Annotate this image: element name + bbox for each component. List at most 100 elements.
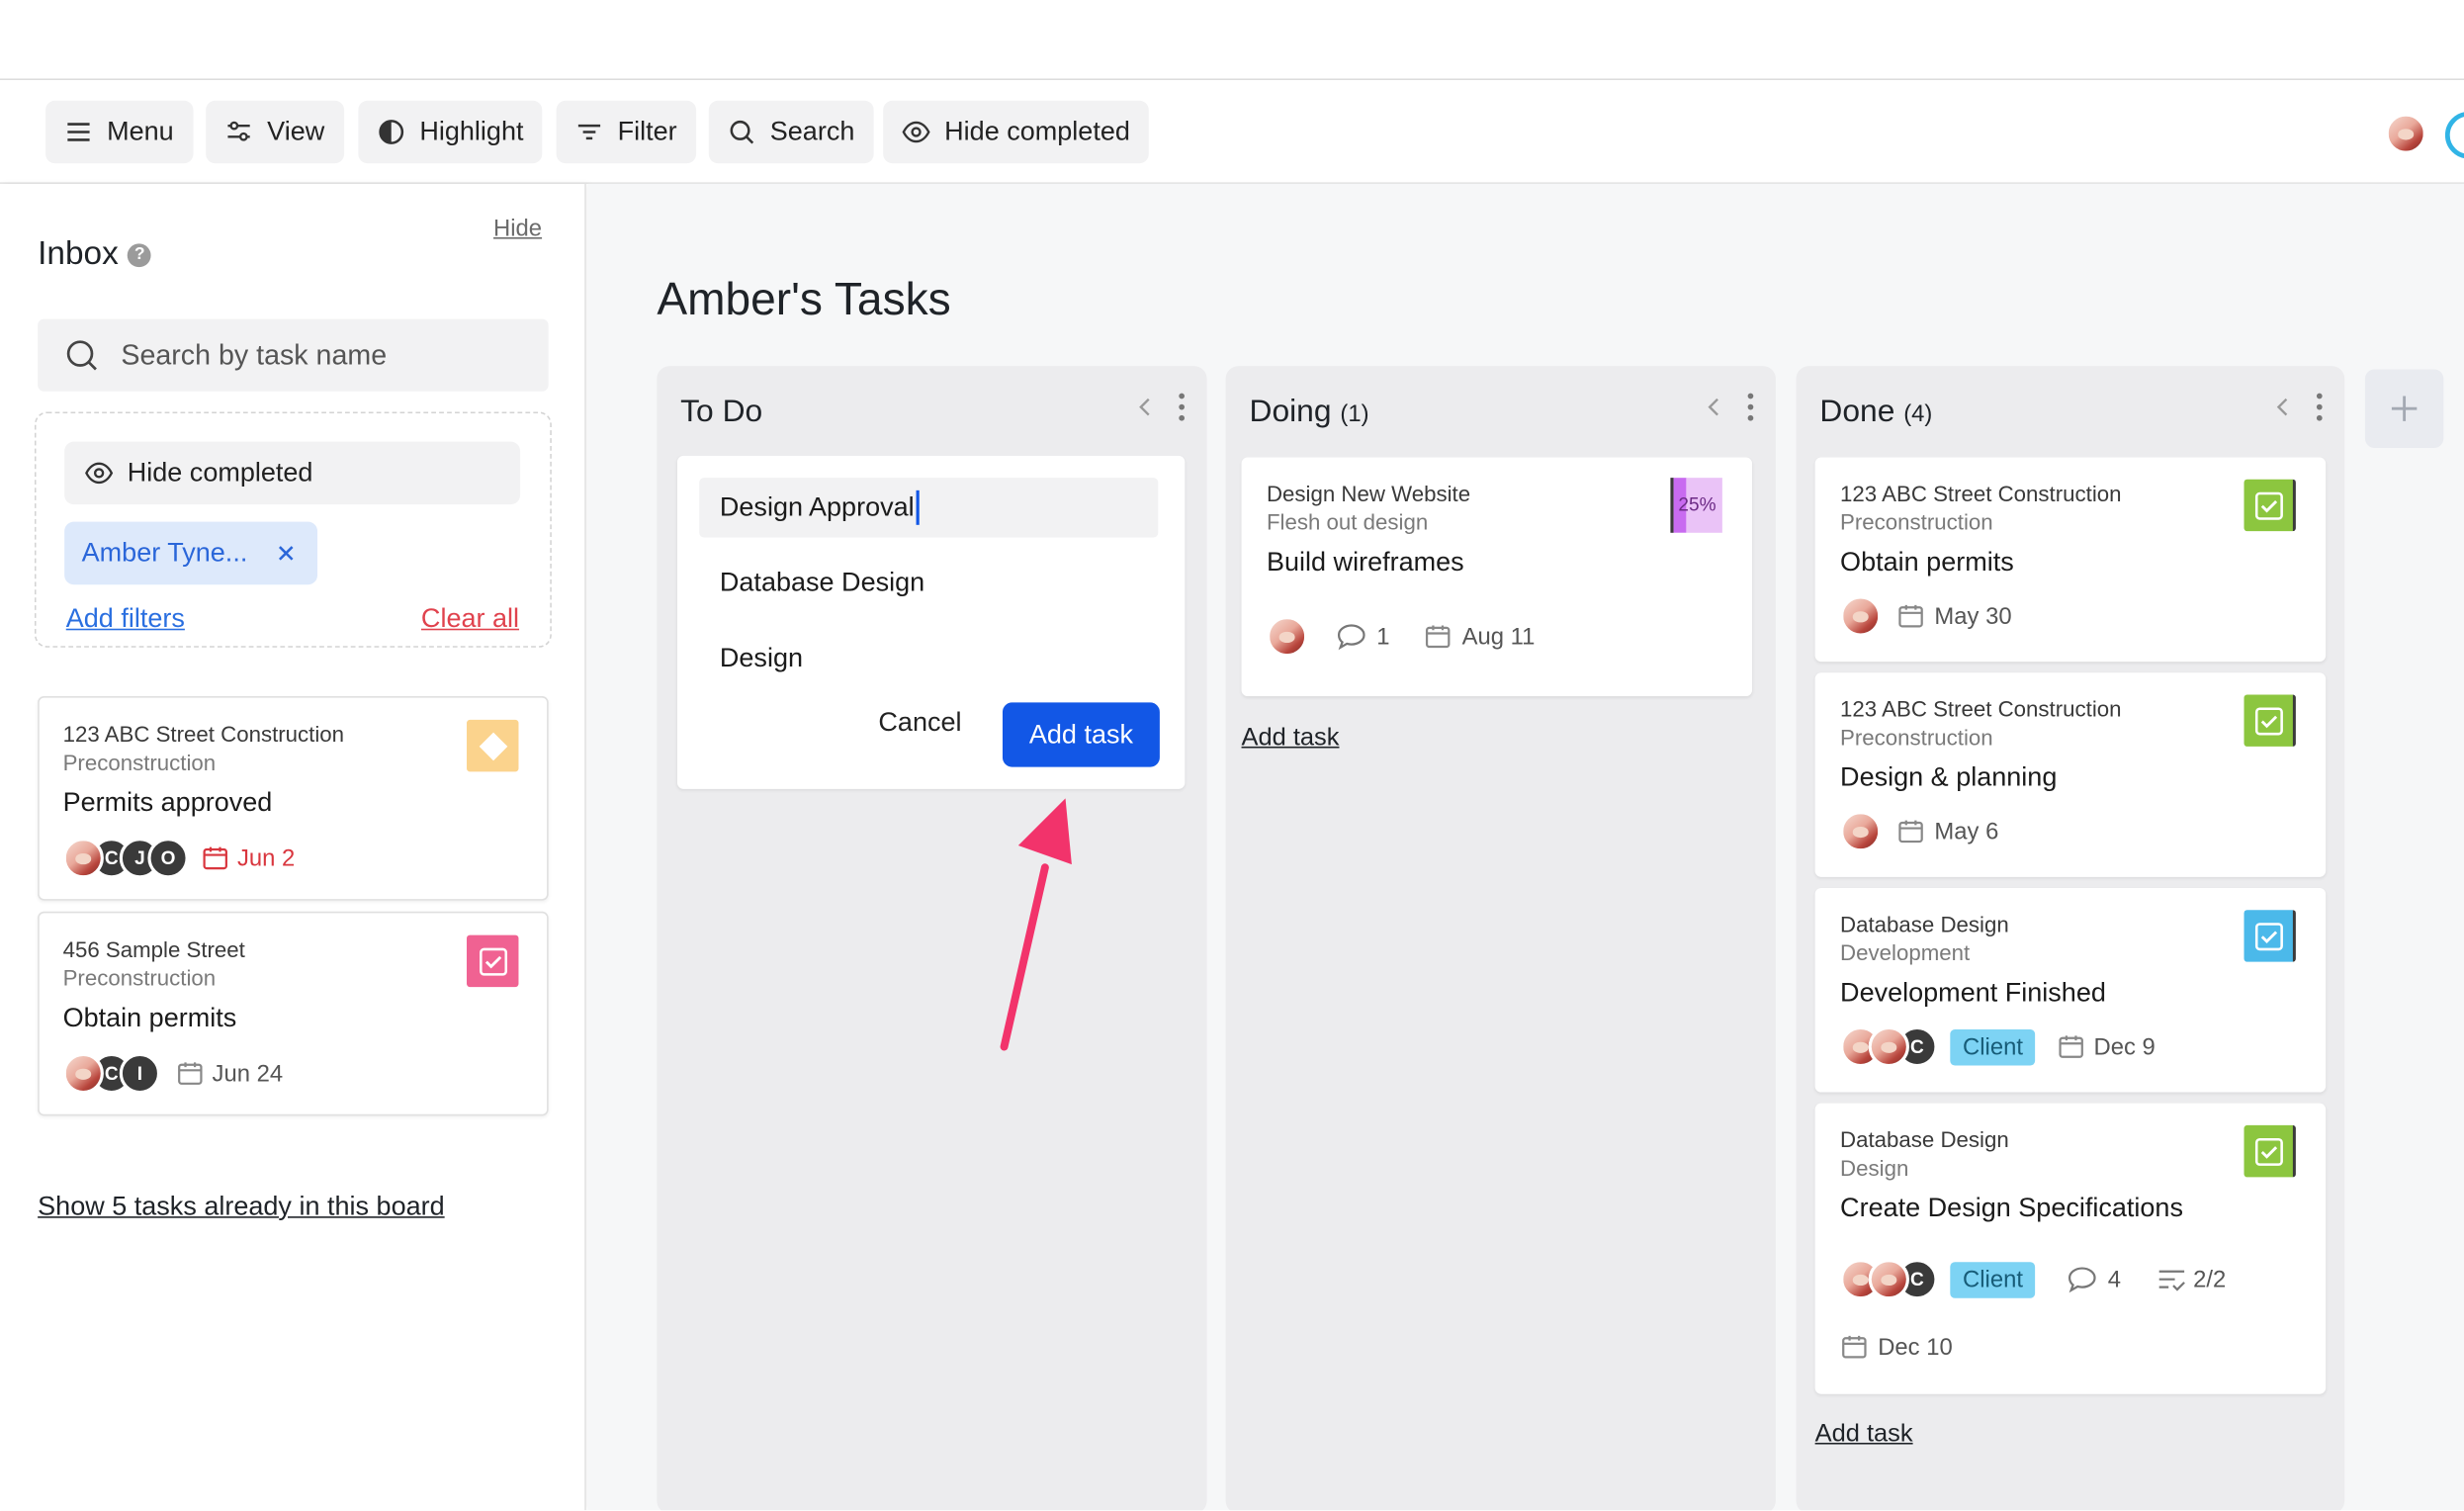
card-meta: May 6 [1840,811,1998,852]
chevron-left-icon[interactable] [1707,397,1722,418]
inbox-hide-completed-button[interactable]: Hide completed [64,441,521,505]
filter-chip-label: Amber Tyne... [81,537,248,568]
hide-completed-label: Hide completed [944,116,1130,146]
status-box[interactable] [2244,479,2296,532]
sliders-icon [227,121,250,141]
card-project: 123 ABC Street Construction [1840,481,2122,506]
avatar [1868,1025,1909,1068]
kebab-icon[interactable] [1747,393,1754,421]
comment-count: 4 [2107,1266,2122,1293]
card-phase: Flesh out design [1266,508,1429,535]
column-count: (1) [1340,400,1369,428]
task-card[interactable]: Database Design Design Create Design Spe… [1814,1103,2327,1394]
chevron-left-icon[interactable] [2275,397,2291,418]
new-task-input-value: Design Approval [719,491,915,522]
task-card[interactable]: 123 ABC Street Construction Preconstruct… [1814,672,2327,877]
calendar-icon [1898,820,1923,844]
checklist-icon [2158,1270,2185,1291]
card-date-row: Dec 10 [1840,1333,1953,1362]
card-project: Design New Website [1266,481,1471,506]
checkbox-icon [2254,490,2283,519]
calendar-icon [178,1062,203,1085]
card-phase: Development [1840,939,1971,965]
search-icon [66,340,97,371]
inbox-task-card[interactable]: 123 ABC Street Construction Preconstruct… [38,696,549,901]
add-filters-link[interactable]: Add filters [66,603,185,635]
annotation-arrow [1000,798,1072,1051]
avatar: O [147,838,189,879]
task-suggestion[interactable]: Design [699,629,1158,688]
column-name: Done [1819,394,1895,429]
view-button[interactable]: View [206,100,344,164]
task-card[interactable]: 123 ABC Street Construction Preconstruct… [1814,457,2327,663]
progress-label: 25% [1678,493,1716,516]
status-box[interactable] [467,934,519,988]
comment-icon [1337,624,1365,651]
card-phase: Design [1840,1155,1909,1181]
hide-inbox-link[interactable]: Hide [493,216,542,242]
diamond-icon [478,731,507,760]
card-project: 123 ABC Street Construction [1840,696,2122,722]
add-task-link[interactable]: Add task [1815,1421,1913,1450]
task-card[interactable]: Design New Website Flesh out design Buil… [1241,457,1753,697]
inbox-search-placeholder: Search by task name [121,338,388,371]
text-cursor [916,489,920,525]
card-due-date: Dec 9 [2093,1032,2156,1060]
filter-button[interactable]: Filter [556,100,696,164]
card-phase: Preconstruction [62,750,217,775]
user-avatar[interactable] [2385,113,2426,154]
avatar [62,1052,104,1095]
view-label: View [267,116,325,146]
contrast-icon [379,120,404,144]
board: Amber's Tasks To Do Design Approval Data… [587,183,2464,1511]
status-box[interactable] [467,719,519,772]
card-title: Design & planning [1840,761,2058,793]
card-title: Development Finished [1840,977,2106,1008]
status-box[interactable] [2244,910,2296,962]
show-board-tasks-link[interactable]: Show 5 tasks already in this board [38,1192,445,1223]
calendar-icon [2060,1035,2084,1058]
close-icon[interactable] [276,544,295,563]
presence-avatar[interactable] [2444,111,2464,159]
task-suggestion[interactable]: Database Design [699,553,1158,612]
highlight-button[interactable]: Highlight [358,100,543,164]
new-task-input[interactable]: Design Approval [699,478,1159,538]
column-done: Done (4) 123 ABC Street Construction Pre… [1796,366,2345,1511]
card-meta: C I Jun 24 [62,1052,284,1095]
column-actions [1707,393,1754,421]
highlight-label: Highlight [419,116,524,146]
column-count: (4) [1903,400,1933,428]
kebab-icon[interactable] [2316,393,2323,421]
checkbox-icon [2254,706,2283,735]
card-title: Create Design Specifications [1840,1193,2183,1223]
add-task-button[interactable]: Add task [1002,702,1160,767]
avatar [1840,811,1882,852]
search-button[interactable]: Search [708,100,874,164]
eye-icon [85,462,114,485]
add-column-button[interactable] [2364,369,2444,448]
clear-all-link[interactable]: Clear all [421,603,519,635]
kebab-icon[interactable] [1179,393,1186,421]
card-phase: Preconstruction [1840,724,1993,751]
cancel-button[interactable]: Cancel [878,707,961,739]
status-box[interactable] [2244,1124,2296,1178]
inbox-search-input[interactable]: Search by task name [38,318,549,392]
help-icon[interactable]: ? [128,242,152,267]
assignee-filter-chip[interactable]: Amber Tyne... [64,521,317,585]
card-title: Permits approved [62,787,273,818]
comment-count: 1 [1376,623,1390,651]
card-due-date: May 30 [1934,602,2012,630]
add-task-link[interactable]: Add task [1242,725,1340,754]
comment-icon [2068,1267,2097,1293]
inbox-task-card[interactable]: 456 Sample Street Preconstruction Obtain… [38,911,549,1116]
task-card[interactable]: Database Design Development Development … [1814,887,2327,1093]
hide-completed-button[interactable]: Hide completed [883,100,1149,164]
progress-box[interactable]: 25% [1670,478,1722,533]
card-title: Build wireframes [1266,547,1464,578]
column-header: Doing (1) [1249,395,1368,431]
status-box[interactable] [2244,694,2296,747]
card-phase: Preconstruction [1840,508,1993,535]
chevron-left-icon[interactable] [1138,397,1154,418]
avatar [62,838,104,879]
menu-button[interactable]: Menu [45,100,193,164]
